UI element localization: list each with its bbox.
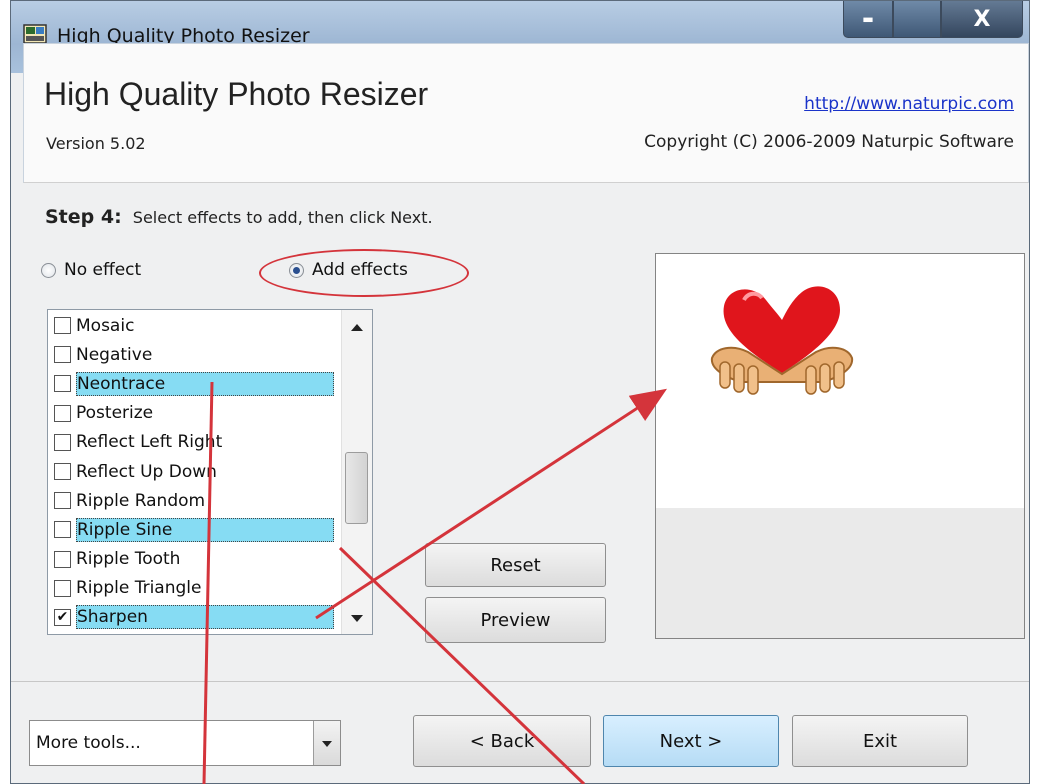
effect-checkbox[interactable] — [54, 433, 71, 451]
annotation-oval — [259, 249, 469, 297]
list-item[interactable]: Mosaic — [54, 311, 334, 340]
effect-label: Posterize — [76, 403, 154, 424]
checkmark-icon: ✔ — [56, 609, 69, 626]
effect-checkbox[interactable] — [54, 521, 71, 539]
step-heading: Step 4: Select effects to add, then clic… — [45, 206, 433, 228]
list-item[interactable]: ✔ Sharpen — [54, 603, 334, 632]
effect-label: Sharpen — [75, 605, 334, 630]
effects-list[interactable]: Mosaic Negative Neontrace Posterize Reflect … — [47, 309, 373, 635]
reset-button[interactable]: Reset — [425, 543, 606, 587]
scroll-down-arrow-icon[interactable] — [351, 615, 363, 622]
scroll-thumb[interactable] — [345, 452, 368, 524]
minimize-icon: ▬ — [862, 12, 874, 26]
heart-in-hands-image — [710, 286, 854, 395]
no-effect-label: No effect — [64, 260, 142, 280]
more-tools-value: More tools... — [36, 733, 141, 753]
effect-checkbox[interactable] — [54, 579, 71, 597]
effect-label: Mosaic — [76, 315, 135, 336]
version-label: Version 5.02 — [46, 134, 146, 153]
no-effect-radio[interactable]: No effect — [41, 260, 141, 280]
effect-label: Reflect Left Right — [76, 432, 223, 453]
effect-checkbox[interactable] — [54, 404, 71, 422]
effect-label: Negative — [76, 344, 153, 365]
next-button[interactable]: Next > — [603, 715, 779, 767]
combo-dropdown-button[interactable] — [313, 721, 340, 765]
step-instruction: Select effects to add, then click Next. — [132, 208, 433, 227]
preview-pane — [655, 253, 1025, 639]
list-item[interactable]: Reflect Up Down — [54, 457, 334, 486]
scroll-up-arrow-icon[interactable] — [351, 324, 363, 331]
preview-button[interactable]: Preview — [425, 597, 606, 643]
effect-checkbox[interactable] — [54, 550, 71, 568]
list-item[interactable]: Posterize — [54, 399, 334, 428]
back-button[interactable]: < Back — [413, 715, 591, 767]
list-item[interactable]: Reflect Left Right — [54, 428, 334, 457]
effect-checkbox[interactable] — [54, 317, 71, 335]
list-scrollbar[interactable] — [341, 310, 372, 634]
app-title: High Quality Photo Resizer — [44, 76, 429, 112]
header-panel: High Quality Photo Resizer Version 5.02 … — [23, 43, 1029, 183]
effect-checkbox[interactable] — [54, 492, 71, 510]
radio-circle-no-effect[interactable] — [41, 262, 56, 278]
footer-divider — [11, 681, 1029, 682]
step-number: Step 4: — [45, 206, 122, 228]
list-item[interactable]: Ripple Tooth — [54, 545, 334, 574]
app-window: High Quality Photo Resizer ▬ X High Qual… — [10, 0, 1030, 784]
more-tools-combo[interactable]: More tools... — [29, 720, 341, 766]
close-button[interactable]: X — [941, 1, 1023, 38]
copyright-label: Copyright (C) 2006-2009 Naturpic Softwar… — [644, 132, 1014, 152]
list-item[interactable]: Ripple Sine — [54, 515, 334, 544]
list-item[interactable]: Negative — [54, 340, 334, 369]
chevron-down-icon — [322, 741, 332, 747]
minimize-button[interactable]: ▬ — [843, 1, 893, 38]
effect-label: Ripple Random — [76, 490, 206, 511]
effect-label: Ripple Tooth — [76, 549, 181, 570]
effect-label: Neontrace — [75, 371, 334, 396]
list-item[interactable]: Ripple Random — [54, 486, 334, 515]
close-icon: X — [973, 6, 991, 32]
exit-button[interactable]: Exit — [792, 715, 968, 767]
effect-checkbox[interactable]: ✔ — [54, 608, 71, 626]
effect-checkbox[interactable] — [54, 346, 71, 364]
effect-checkbox[interactable] — [54, 375, 71, 393]
effect-label: Reflect Up Down — [76, 461, 217, 482]
maximize-button[interactable] — [893, 1, 941, 38]
website-link[interactable]: http://www.naturpic.com — [804, 94, 1014, 114]
preview-empty-area — [656, 508, 1024, 638]
effect-label: Ripple Triangle — [76, 578, 202, 599]
app-icon — [23, 24, 47, 44]
effect-checkbox[interactable] — [54, 463, 71, 481]
effect-label: Ripple Sine — [75, 517, 334, 542]
list-item[interactable]: Ripple Triangle — [54, 574, 334, 603]
list-item[interactable]: Neontrace — [54, 369, 334, 398]
